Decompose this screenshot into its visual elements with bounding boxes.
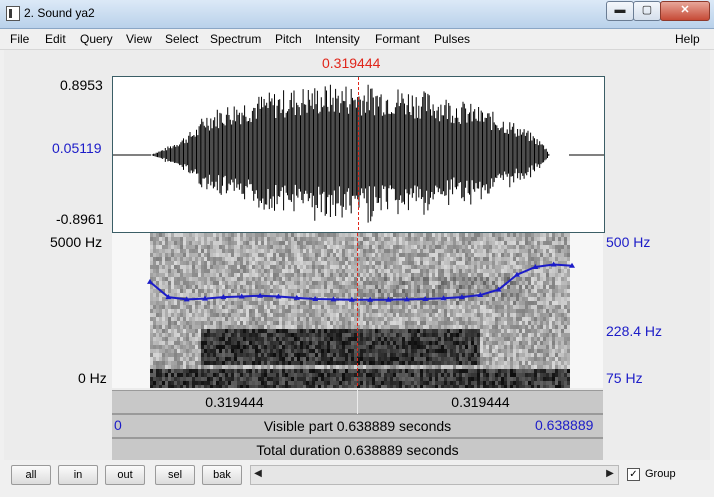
- spectrogram-plot: [147, 233, 575, 388]
- menu-help[interactable]: Help: [675, 32, 700, 46]
- menu-pitch[interactable]: Pitch: [275, 32, 302, 46]
- close-button[interactable]: ✕: [660, 1, 710, 21]
- visible-part-text: Visible part 0.638889 seconds: [263, 418, 452, 434]
- title-bar[interactable]: 2. Sound ya2 ▬ ▢ ✕: [0, 0, 714, 29]
- app-icon: [6, 6, 20, 21]
- menu-bar: File Edit Query View Select Spectrum Pit…: [0, 29, 714, 50]
- menu-view[interactable]: View: [126, 32, 152, 46]
- group-label: Group: [645, 468, 676, 480]
- right-time-segment[interactable]: 0.319444: [358, 390, 603, 414]
- pitch-mid-label: 228.4 Hz: [606, 323, 663, 339]
- waveform-signal: [151, 84, 550, 223]
- visible-part-bar[interactable]: Visible part 0.638889 seconds: [112, 414, 603, 438]
- minimize-button[interactable]: ▬: [606, 1, 634, 21]
- spectrogram-panel[interactable]: [112, 233, 603, 388]
- visible-end-label: 0.638889: [535, 417, 594, 433]
- menu-select[interactable]: Select: [165, 32, 198, 46]
- scroll-right-icon[interactable]: ▶: [603, 465, 617, 483]
- spectrogram-texture: [150, 233, 570, 388]
- menu-pulses[interactable]: Pulses: [434, 32, 470, 46]
- time-scrollbar[interactable]: [250, 465, 619, 485]
- zoom-out-button[interactable]: out: [105, 465, 145, 485]
- spectrogram-top-freq-label: 5000 Hz: [50, 234, 103, 250]
- left-time-segment[interactable]: 0.319444: [112, 390, 357, 414]
- spectrogram-bottom-freq-label: 0 Hz: [78, 370, 107, 386]
- pitch-top-label: 500 Hz: [606, 234, 651, 250]
- menu-spectrum[interactable]: Spectrum: [210, 32, 261, 46]
- pitch-bottom-label: 75 Hz: [606, 370, 643, 386]
- waveform-max-label: 0.8953: [60, 77, 103, 93]
- zoom-selection-button[interactable]: sel: [155, 465, 195, 485]
- window-title: 2. Sound ya2: [24, 6, 95, 20]
- maximize-button[interactable]: ▢: [633, 1, 661, 21]
- menu-edit[interactable]: Edit: [45, 32, 66, 46]
- menu-formant[interactable]: Formant: [375, 32, 420, 46]
- menu-intensity[interactable]: Intensity: [315, 32, 360, 46]
- menu-file[interactable]: File: [10, 32, 29, 46]
- waveform-mid-label: 0.05119: [52, 140, 102, 156]
- zoom-in-button[interactable]: in: [58, 465, 98, 485]
- cursor-time-label: 0.319444: [322, 55, 381, 71]
- waveform-panel[interactable]: [112, 76, 605, 233]
- menu-query[interactable]: Query: [80, 32, 113, 46]
- visible-start-label: 0: [114, 417, 122, 433]
- zoom-back-button[interactable]: bak: [202, 465, 242, 485]
- zoom-all-button[interactable]: all: [11, 465, 51, 485]
- group-checkbox[interactable]: ✓: [627, 468, 640, 481]
- total-duration-bar[interactable]: Total duration 0.638889 seconds: [112, 438, 603, 462]
- waveform-plot: [113, 77, 604, 232]
- scroll-left-icon[interactable]: ◀: [251, 465, 265, 483]
- waveform-min-label: -0.8961: [56, 211, 104, 227]
